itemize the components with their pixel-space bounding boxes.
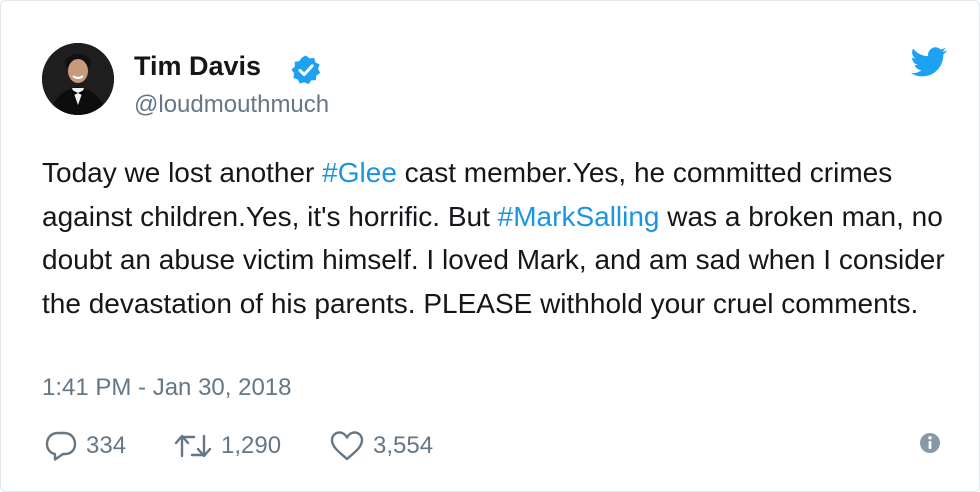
- hashtag-link-glee[interactable]: #Glee: [322, 157, 397, 188]
- reply-icon: [45, 431, 77, 461]
- hashtag-link-marksalling[interactable]: #MarkSalling: [498, 201, 660, 232]
- profile-photo-icon: [42, 43, 114, 115]
- reply-count: 334: [86, 432, 127, 459]
- avatar[interactable]: [42, 43, 114, 115]
- info-icon[interactable]: [918, 431, 942, 455]
- like-button[interactable]: 3,554: [329, 428, 433, 464]
- tweet-card: Tim Davis @loudmouthmuch Today we lost a…: [0, 0, 980, 492]
- tweet-text: Today we lost another #Glee cast member.…: [42, 151, 952, 325]
- tweet-text-segment: Today we lost another: [42, 157, 323, 188]
- user-handle[interactable]: @loudmouthmuch: [134, 91, 329, 119]
- verified-badge-icon: [291, 55, 321, 85]
- retweet-button[interactable]: 1,290: [173, 428, 281, 464]
- like-count: 3,554: [373, 432, 434, 459]
- tweet-timestamp[interactable]: 1:41 PM - Jan 30, 2018: [42, 374, 292, 402]
- reply-button[interactable]: 334: [44, 428, 126, 464]
- like-icon: [330, 431, 364, 461]
- display-name[interactable]: Tim Davis: [134, 51, 261, 82]
- retweet-icon: [174, 434, 212, 458]
- twitter-bird-icon[interactable]: [911, 47, 947, 77]
- retweet-count: 1,290: [221, 432, 282, 459]
